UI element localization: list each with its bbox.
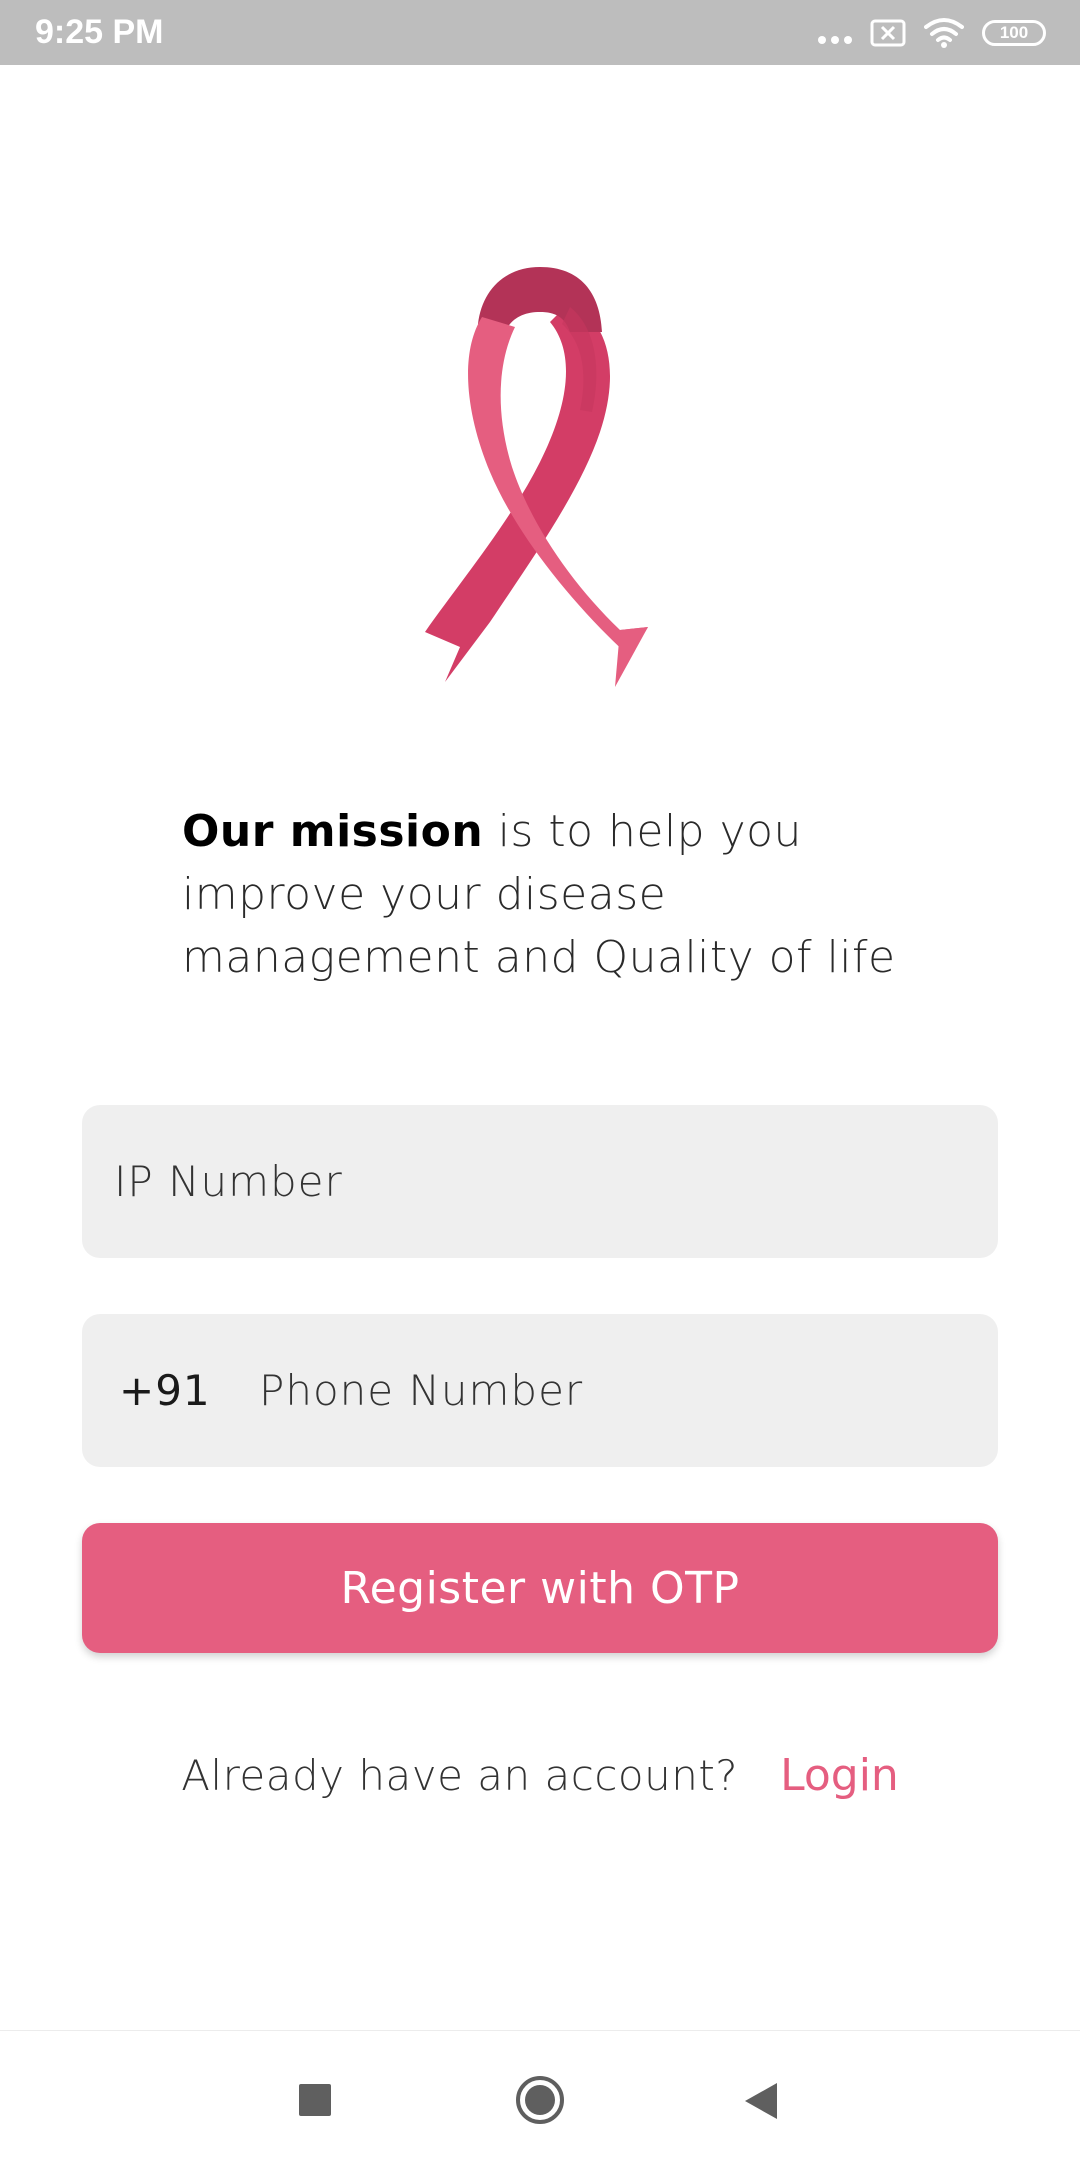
register-screen: 9:25 PM 100 Our mission is to help you i… xyxy=(0,0,1080,2160)
mission-lead: Our mission xyxy=(182,806,484,857)
home-circle-icon[interactable] xyxy=(515,2075,565,2125)
mission-statement: Our mission is to help you improve your … xyxy=(182,800,942,989)
register-with-otp-button[interactable]: Register with OTP xyxy=(82,1523,998,1653)
ip-number-placeholder: IP Number xyxy=(114,1157,343,1206)
wifi-icon xyxy=(924,18,964,48)
country-code-prefix: +91 xyxy=(119,1366,211,1415)
phone-number-field[interactable]: +91 Phone Number xyxy=(82,1314,998,1467)
more-notifications-icon xyxy=(818,36,852,44)
back-triangle-icon[interactable] xyxy=(743,2081,779,2121)
sim-blocked-icon xyxy=(870,19,906,47)
ip-number-field[interactable]: IP Number xyxy=(82,1105,998,1258)
recents-square-icon[interactable] xyxy=(299,2084,331,2116)
status-bar: 9:25 PM 100 xyxy=(0,0,1080,65)
navigation-bar xyxy=(0,2030,1080,2160)
phone-number-placeholder: Phone Number xyxy=(259,1366,584,1415)
status-time: 9:25 PM xyxy=(35,13,164,51)
login-prompt: Already have an account? Login xyxy=(0,1740,1080,1810)
pink-ribbon-icon xyxy=(425,267,648,687)
battery-icon: 100 xyxy=(982,20,1046,46)
login-question: Already have an account? xyxy=(181,1750,739,1800)
status-icons: 100 xyxy=(818,14,1046,52)
login-link[interactable]: Login xyxy=(780,1750,899,1801)
